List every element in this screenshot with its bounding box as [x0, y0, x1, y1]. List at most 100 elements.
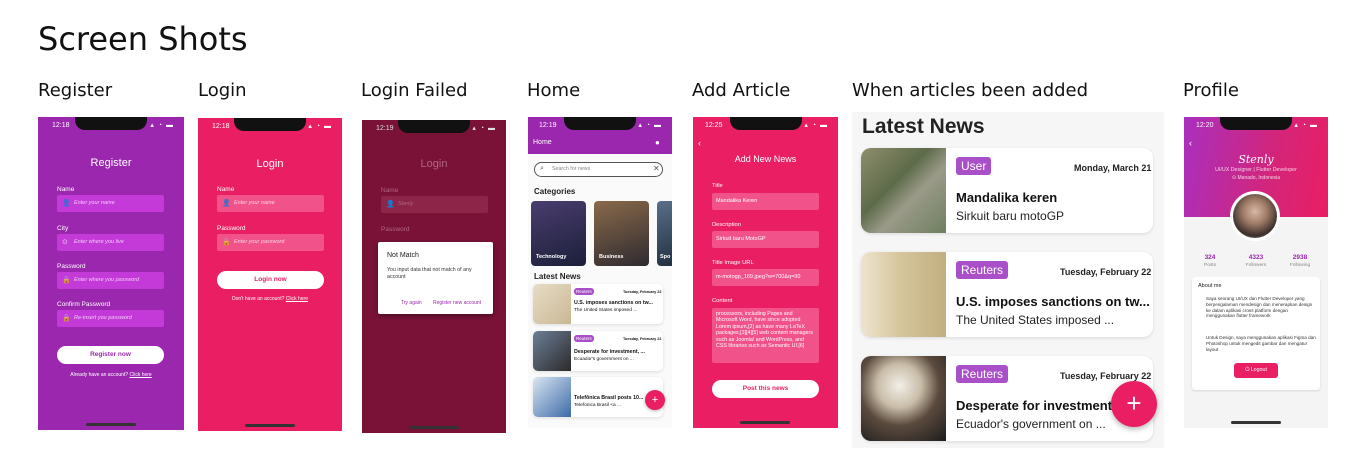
- source-badge: Reuters: [574, 288, 594, 295]
- status-time: 12:25: [705, 122, 723, 129]
- logout-label: Logout: [1250, 367, 1267, 373]
- latest-news-screen: Latest News User Monday, March 21 Mandal…: [852, 112, 1164, 448]
- password-label: Password: [217, 225, 246, 232]
- register-button[interactable]: Register now: [57, 346, 164, 364]
- status-bar: 12:18 ▴ ◔ ▬: [38, 117, 184, 133]
- signal-icon: ▴ ◔ ▬: [150, 122, 174, 129]
- source-badge: Reuters: [956, 365, 1009, 383]
- login-title: Login: [256, 158, 284, 170]
- logout-button[interactable]: ⏻ Logout: [1234, 363, 1278, 378]
- news-image: [861, 356, 946, 441]
- news-card[interactable]: Reuters Tuesday, February 22 Desperate f…: [861, 356, 1153, 441]
- home-indicator: [1231, 421, 1281, 424]
- image-url-input[interactable]: m-motogp_169.jpeg?w=700&q=90: [712, 269, 819, 286]
- register-footer: Already have an account? Click here: [38, 372, 184, 378]
- news-card[interactable]: Telefônica Brasil posts 10... Telefonica…: [533, 377, 663, 417]
- profile-name: Stenly: [1238, 153, 1274, 166]
- confirm-password-placeholder: Re-insert you password: [74, 315, 132, 321]
- news-image: [533, 331, 571, 371]
- post-news-button[interactable]: Post this news: [712, 380, 819, 398]
- content-textarea[interactable]: processors, including Pages and Microsof…: [712, 308, 819, 363]
- avatar-image: [1233, 194, 1277, 238]
- appbar-title: Home: [533, 139, 552, 146]
- content-label: Content: [712, 298, 733, 304]
- following-label: Following: [1289, 263, 1311, 268]
- status-time: 12:19: [376, 125, 394, 132]
- status-bar: 12:19 ▴ ◔ ▬: [528, 117, 672, 133]
- add-fab[interactable]: +: [1111, 381, 1157, 427]
- category-technology[interactable]: Technology: [531, 201, 586, 266]
- status-time: 12:19: [539, 122, 557, 129]
- followers-count: 4323: [1248, 254, 1264, 261]
- signal-icon: ▴ ◔ ▬: [308, 123, 332, 130]
- login-footer: Don't have an account? Click here: [198, 296, 342, 302]
- about-paragraph-1: Saya seorang UI/UX dan Flutter Developer…: [1206, 296, 1313, 319]
- back-icon[interactable]: ‹: [1189, 138, 1192, 148]
- source-badge: User: [956, 157, 992, 175]
- news-title: Desperate for investment, ...: [956, 398, 1131, 413]
- news-desc: Sirkuit baru motoGP: [956, 209, 1065, 223]
- name-input[interactable]: 👤 Enter your name: [57, 195, 164, 212]
- name-placeholder: Enter your name: [234, 200, 275, 206]
- news-card[interactable]: Reuters Tuesday, February 22 U.S. impose…: [861, 252, 1153, 337]
- login-failed-screen: 12:19 ▴ ◔ ▬ Login Name 👤 Stenly Password …: [362, 120, 506, 433]
- name-input[interactable]: 👤 Stenly: [381, 196, 488, 213]
- news-card[interactable]: Reuters Tuesday, February 22 U.S. impose…: [533, 284, 663, 324]
- news-date: Tuesday, February 22: [623, 337, 662, 341]
- confirm-password-input[interactable]: 🔒 Re-insert you password: [57, 310, 164, 327]
- news-desc: Ecuador's government on ...: [956, 417, 1106, 431]
- city-label: City: [57, 225, 69, 232]
- news-title: U.S. imposes sanctions on tw...: [956, 294, 1150, 309]
- login-button[interactable]: Login now: [217, 271, 324, 289]
- name-input[interactable]: 👤 Enter your name: [217, 195, 324, 212]
- label-add-article: Add Article: [692, 80, 791, 101]
- label-home: Home: [527, 80, 581, 101]
- news-title: U.S. imposes sanctions on tw...: [574, 300, 653, 306]
- news-card[interactable]: User Monday, March 21 Mandalika keren Si…: [861, 148, 1153, 233]
- register-title: Register: [90, 157, 132, 169]
- city-input[interactable]: ⊙ Enter where you live: [57, 234, 164, 251]
- category-business[interactable]: Business: [594, 201, 649, 266]
- profile-role: UI/UX Designer | Flutter Developer: [1215, 167, 1297, 173]
- password-input[interactable]: 🔒 Enter your password: [217, 234, 324, 251]
- home-indicator: [86, 423, 136, 426]
- not-match-dialog: Not Match You input data that not match …: [378, 242, 493, 314]
- password-input[interactable]: 🔒 Enter where you password: [57, 272, 164, 289]
- footer-text: Already have an account?: [70, 372, 129, 378]
- register-new-account-button[interactable]: Register new account: [433, 300, 481, 306]
- person-icon: 👤: [62, 200, 71, 207]
- label-login: Login: [198, 80, 247, 101]
- news-card[interactable]: Reuters Tuesday, February 22 Desperate f…: [533, 331, 663, 371]
- password-label: Password: [381, 226, 410, 233]
- back-icon[interactable]: ‹: [698, 138, 701, 148]
- news-image: [861, 148, 946, 233]
- add-fab[interactable]: +: [645, 390, 665, 410]
- add-article-screen: 12:25 ▴ ◔ ▬ ‹ Add New News Title Mandali…: [693, 117, 838, 428]
- description-input[interactable]: Sirkuit baru MotoGP: [712, 231, 819, 248]
- image-url-label: Title Image URL: [712, 260, 754, 266]
- home-screen: 12:19 ▴ ◔ ▬ Home ● ⌕ Search for news ✕ C…: [528, 117, 672, 428]
- profile-icon[interactable]: ●: [655, 138, 660, 147]
- profile-screen: 12:20 ▴ ◔ ▬ ‹ Stenly UI/UX Designer | Fl…: [1184, 117, 1328, 428]
- try-again-button[interactable]: Try again: [401, 300, 422, 306]
- category-label: Spo: [660, 254, 671, 260]
- news-title: Mandalika keren: [956, 190, 1058, 205]
- password-label: Password: [57, 263, 86, 270]
- lock-icon: 🔒: [222, 239, 231, 246]
- clear-icon[interactable]: ✕: [653, 164, 660, 173]
- click-here-link[interactable]: Click here: [129, 372, 151, 378]
- lock-icon: 🔒: [62, 277, 71, 284]
- category-sports[interactable]: Spo: [657, 201, 672, 266]
- city-placeholder: Enter where you live: [74, 239, 124, 245]
- password-placeholder: Enter your password: [234, 239, 285, 245]
- search-input[interactable]: ⌕ Search for news ✕: [534, 162, 663, 177]
- status-time: 12:20: [1196, 122, 1214, 129]
- click-here-link[interactable]: Click here: [286, 296, 308, 302]
- person-icon: 👤: [386, 201, 395, 208]
- about-title: About me: [1198, 283, 1222, 289]
- title-input[interactable]: Mandalika Keren: [712, 193, 819, 210]
- latest-news-title: Latest News: [534, 272, 581, 281]
- name-label: Name: [381, 187, 399, 194]
- news-date: Tuesday, February 22: [1060, 267, 1152, 277]
- category-label: Technology: [536, 254, 567, 260]
